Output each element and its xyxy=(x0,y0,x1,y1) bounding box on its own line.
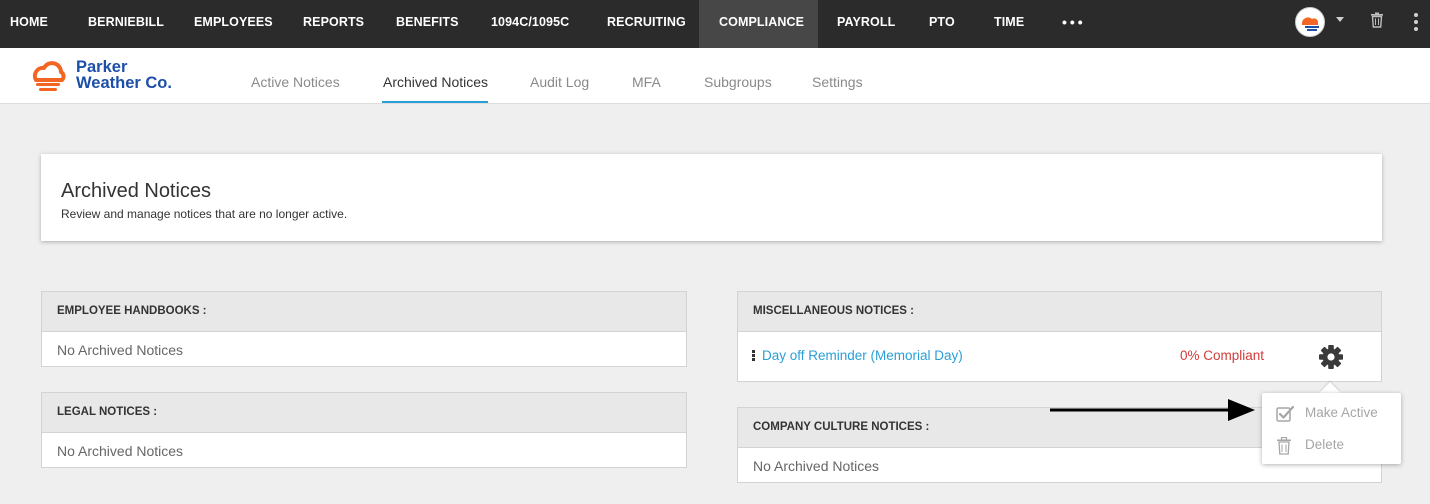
page-header-card: Archived Notices Review and manage notic… xyxy=(41,154,1382,241)
panel-title: LEGAL NOTICES : xyxy=(57,406,158,418)
logo-line-2: Weather Co. xyxy=(76,74,172,92)
avatar-dropdown-caret-icon[interactable] xyxy=(1336,17,1344,22)
tab-active-notices[interactable]: Active Notices xyxy=(251,74,340,90)
more-menu-button[interactable]: ••• xyxy=(1062,14,1086,30)
user-avatar[interactable] xyxy=(1295,7,1325,37)
checkbox-check-icon xyxy=(1276,405,1295,427)
make-active-menu-item[interactable]: Make Active xyxy=(1262,396,1401,428)
delete-label: Delete xyxy=(1305,437,1345,452)
nav-reports[interactable]: REPORTS xyxy=(303,0,364,48)
cloud-logo-icon xyxy=(32,61,66,91)
avatar-logo-icon xyxy=(1302,17,1319,31)
logo-line-1: Parker xyxy=(76,58,128,76)
trash-icon[interactable] xyxy=(1370,12,1384,33)
page-title: Archived Notices xyxy=(61,180,212,202)
logo-text: Parker Weather Co. xyxy=(76,58,172,92)
gear-icon[interactable] xyxy=(1318,344,1344,375)
nav-employees[interactable]: EMPLOYEES xyxy=(194,0,273,48)
company-logo[interactable]: Parker Weather Co. xyxy=(24,56,200,100)
employee-handbooks-panel: EMPLOYEE HANDBOOKS : No Archived Notices xyxy=(41,291,687,367)
empty-message: No Archived Notices xyxy=(57,443,184,459)
panel-header: MISCELLANEOUS NOTICES : xyxy=(738,292,1381,332)
legal-notices-panel: LEGAL NOTICES : No Archived Notices xyxy=(41,392,687,468)
panel-header: EMPLOYEE HANDBOOKS : xyxy=(42,292,686,332)
page-subtitle: Review and manage notices that are no lo… xyxy=(61,207,348,221)
nav-payroll[interactable]: PAYROLL xyxy=(837,0,895,48)
top-nav: HOME BERNIEBILL EMPLOYEES REPORTS BENEFI… xyxy=(0,0,1430,48)
kebab-menu-icon[interactable] xyxy=(1413,12,1419,37)
tab-settings[interactable]: Settings xyxy=(812,74,863,90)
delete-menu-item[interactable]: Delete xyxy=(1262,428,1401,460)
trash-icon xyxy=(1276,436,1292,460)
notice-link[interactable]: Day off Reminder (Memorial Day) xyxy=(762,348,963,363)
panel-header: LEGAL NOTICES : xyxy=(42,393,686,433)
notice-actions-menu: Make Active Delete xyxy=(1262,393,1401,464)
tab-subgroups[interactable]: Subgroups xyxy=(704,74,772,90)
active-tab-indicator xyxy=(382,101,488,103)
make-active-label: Make Active xyxy=(1305,405,1378,420)
nav-recruiting[interactable]: RECRUITING xyxy=(607,0,686,48)
drag-handle-icon[interactable] xyxy=(752,350,755,362)
sub-nav: Parker Weather Co. Active Notices Archiv… xyxy=(0,48,1430,104)
nav-home[interactable]: HOME xyxy=(10,0,48,48)
panel-title: COMPANY CULTURE NOTICES : xyxy=(753,421,930,433)
nav-compliance[interactable]: COMPLIANCE xyxy=(699,0,818,48)
panel-title: EMPLOYEE HANDBOOKS : xyxy=(57,305,207,317)
nav-1094c-1095c[interactable]: 1094C/1095C xyxy=(491,0,569,48)
tab-mfa[interactable]: MFA xyxy=(632,74,661,90)
nav-berniebill[interactable]: BERNIEBILL xyxy=(88,0,164,48)
tab-audit-log[interactable]: Audit Log xyxy=(530,74,589,90)
compliance-status: 0% Compliant xyxy=(1180,348,1265,363)
panel-title: MISCELLANEOUS NOTICES : xyxy=(753,305,915,317)
nav-pto[interactable]: PTO xyxy=(929,0,955,48)
nav-benefits[interactable]: BENEFITS xyxy=(396,0,459,48)
annotation-arrow-icon xyxy=(1050,398,1256,427)
nav-time[interactable]: TIME xyxy=(994,0,1024,48)
miscellaneous-notices-panel: MISCELLANEOUS NOTICES : Day off Reminder… xyxy=(737,291,1382,382)
empty-message: No Archived Notices xyxy=(57,342,184,358)
empty-message: No Archived Notices xyxy=(753,458,880,474)
tab-archived-notices[interactable]: Archived Notices xyxy=(383,74,488,90)
